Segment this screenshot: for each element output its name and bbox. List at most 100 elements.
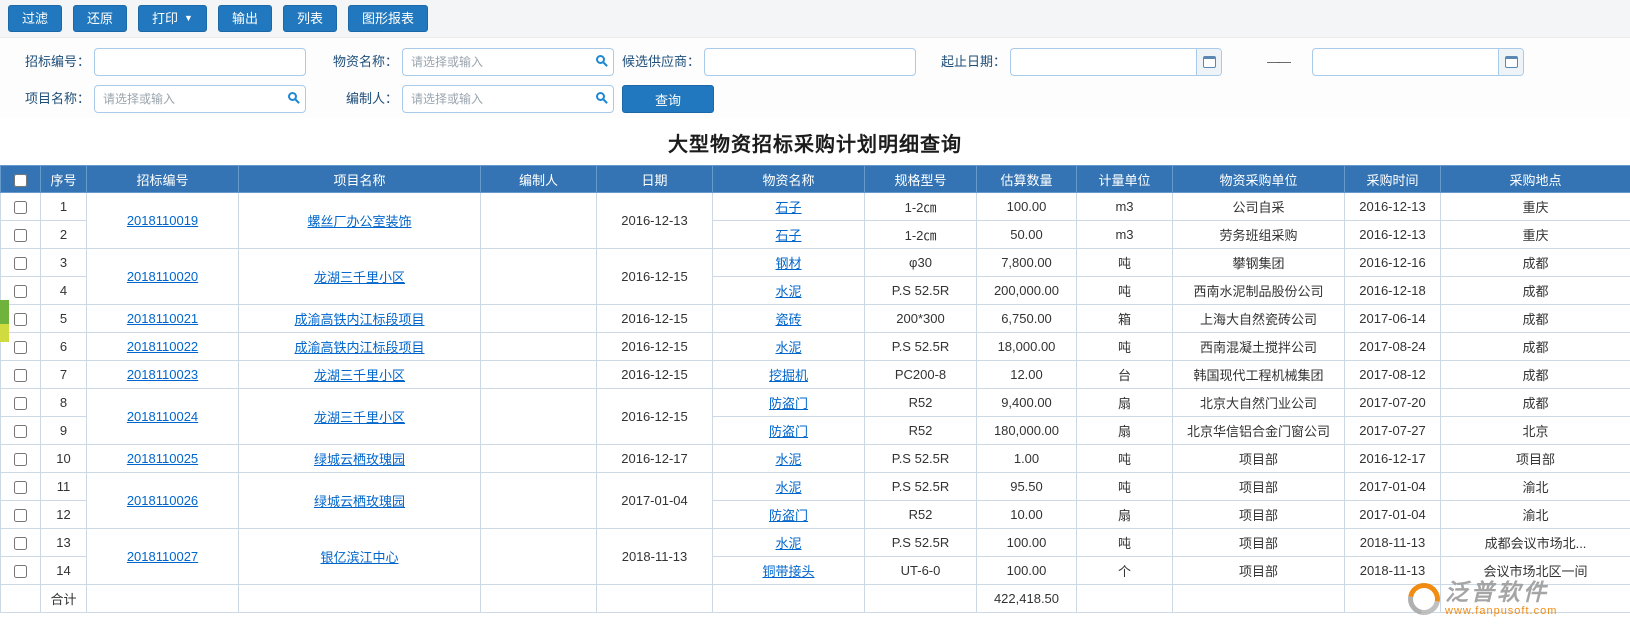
row-checkbox[interactable] xyxy=(14,565,27,579)
bid-no-link[interactable]: 2018110024 xyxy=(127,409,198,424)
material-link[interactable]: 防盗门 xyxy=(769,424,808,439)
compiler-cell xyxy=(480,304,597,333)
project-link[interactable]: 螺丝厂办公室装饰 xyxy=(307,214,411,229)
select-all-checkbox[interactable] xyxy=(14,173,27,187)
bid-no-link[interactable]: 2018110025 xyxy=(127,451,198,466)
restore-button[interactable]: 还原 xyxy=(73,5,128,32)
qty-cell: 100.00 xyxy=(976,528,1077,557)
place-cell: 项目部 xyxy=(1440,444,1630,473)
unit-cell: 台 xyxy=(1076,360,1173,389)
unit-cell: 吨 xyxy=(1076,248,1173,277)
row-checkbox[interactable] xyxy=(14,257,27,271)
material-link[interactable]: 水泥 xyxy=(775,480,801,495)
bid-no-link[interactable]: 2018110021 xyxy=(127,311,198,326)
material-link[interactable]: 水泥 xyxy=(775,452,801,467)
row-checkbox[interactable] xyxy=(14,425,27,439)
row-seq: 2 xyxy=(40,220,87,249)
unit-cell: 吨 xyxy=(1076,472,1173,501)
material-link[interactable]: 石子 xyxy=(775,200,801,215)
calendar-icon[interactable] xyxy=(1498,49,1523,75)
purchaser-cell: 北京华信铝合金门窗公司 xyxy=(1172,416,1345,445)
date-cell: 2017-01-04 xyxy=(596,472,713,529)
spec-cell: 1-2㎝ xyxy=(864,192,977,221)
table-row: 11 2018110026 绿城云栖玫瑰园 2017-01-04 水泥 P.S 52.5R… xyxy=(0,472,1630,529)
export-button[interactable]: 输出 xyxy=(217,5,272,32)
bid-no-link[interactable]: 2018110022 xyxy=(127,339,198,354)
material-link[interactable]: 防盗门 xyxy=(769,508,808,523)
start-date-input[interactable] xyxy=(1010,48,1222,76)
material-link[interactable]: 瓷砖 xyxy=(775,312,801,327)
table-row: 3 2018110020 龙湖三千里小区 2016-12-15 钢材 φ30 7,800.0… xyxy=(0,248,1630,305)
compiler-input[interactable] xyxy=(402,85,614,113)
row-checkbox[interactable] xyxy=(14,453,27,467)
project-link[interactable]: 龙湖三千里小区 xyxy=(314,270,405,285)
bid-no-link[interactable]: 2018110026 xyxy=(127,493,198,508)
qty-cell: 50.00 xyxy=(976,220,1077,249)
column-header-date: 日期 xyxy=(596,165,713,193)
row-checkbox[interactable] xyxy=(14,509,27,523)
bid-no-link[interactable]: 2018110023 xyxy=(127,367,198,382)
candidate-supplier-input[interactable] xyxy=(704,48,916,76)
search-icon[interactable] xyxy=(596,92,605,101)
row-checkbox[interactable] xyxy=(14,201,27,215)
bid-no-link[interactable]: 2018110020 xyxy=(127,269,198,284)
total-empty-cell xyxy=(1076,584,1173,613)
filter-button[interactable]: 过滤 xyxy=(8,5,63,32)
row-seq: 7 xyxy=(40,360,87,389)
project-link[interactable]: 绿城云栖玫瑰园 xyxy=(314,452,405,467)
row-checkbox[interactable] xyxy=(14,313,27,327)
material-link[interactable]: 石子 xyxy=(775,228,801,243)
bid-no-link[interactable]: 2018110019 xyxy=(127,213,198,228)
fanpu-logo-icon xyxy=(1401,576,1447,621)
row-checkbox[interactable] xyxy=(14,285,27,299)
material-link[interactable]: 水泥 xyxy=(775,536,801,551)
date-cell: 2016-12-17 xyxy=(596,444,713,473)
material-link[interactable]: 挖掘机 xyxy=(769,368,808,383)
material-name-input[interactable] xyxy=(402,48,614,76)
place-cell: 成都会议市场北... xyxy=(1440,528,1630,557)
project-link[interactable]: 龙湖三千里小区 xyxy=(314,368,405,383)
material-link[interactable]: 防盗门 xyxy=(769,396,808,411)
row-checkbox[interactable] xyxy=(14,341,27,355)
row-checkbox[interactable] xyxy=(14,397,27,411)
calendar-icon[interactable] xyxy=(1196,49,1221,75)
search-icon[interactable] xyxy=(288,92,297,101)
project-link[interactable]: 龙湖三千里小区 xyxy=(314,410,405,425)
project-link[interactable]: 绿城云栖玫瑰园 xyxy=(314,494,405,509)
project-name-input[interactable] xyxy=(94,85,306,113)
end-date-input[interactable] xyxy=(1312,48,1524,76)
bid-no-input[interactable] xyxy=(94,48,306,76)
qty-cell: 1.00 xyxy=(976,444,1077,473)
total-empty-cell xyxy=(864,584,977,613)
spec-cell: 200*300 xyxy=(864,304,977,333)
print-button[interactable]: 打印 ▼ xyxy=(138,5,207,32)
material-link[interactable]: 水泥 xyxy=(775,340,801,355)
material-link[interactable]: 铜带接头 xyxy=(762,564,814,579)
row-checkbox[interactable] xyxy=(14,481,27,495)
date-cell: 2018-11-13 xyxy=(596,528,713,585)
edge-widget[interactable] xyxy=(0,300,9,342)
bid-no-link[interactable]: 2018110027 xyxy=(127,549,198,564)
compiler-cell xyxy=(480,192,597,249)
row-checkbox[interactable] xyxy=(14,229,27,243)
column-header-purchase-time: 采购时间 xyxy=(1344,165,1441,193)
list-view-button[interactable]: 列表 xyxy=(282,5,337,32)
column-header-compiler: 编制人 xyxy=(480,165,597,193)
query-button[interactable]: 查询 xyxy=(622,85,714,113)
row-seq: 4 xyxy=(40,276,87,305)
place-cell: 成都 xyxy=(1440,332,1630,361)
project-link[interactable]: 银亿滨江中心 xyxy=(320,550,398,565)
material-link[interactable]: 钢材 xyxy=(775,256,801,271)
graph-report-button[interactable]: 图形报表 xyxy=(348,5,429,32)
purchaser-cell: 韩国现代工程机械集团 xyxy=(1172,360,1345,389)
place-cell: 渝北 xyxy=(1440,500,1630,529)
row-seq: 9 xyxy=(40,416,87,445)
row-checkbox[interactable] xyxy=(14,537,27,551)
purchase-time-cell: 2016-12-16 xyxy=(1344,248,1441,277)
purchaser-cell: 北京大自然门业公司 xyxy=(1172,388,1345,417)
row-checkbox[interactable] xyxy=(14,369,27,383)
material-link[interactable]: 水泥 xyxy=(775,284,801,299)
filter-panel: 招标编号： 物资名称： 候选供应商： 起止日期： —— 项目名称： 编制人： 查… xyxy=(0,38,1630,118)
project-link[interactable]: 成渝高铁内江标段项目 xyxy=(294,340,424,355)
project-link[interactable]: 成渝高铁内江标段项目 xyxy=(294,312,424,327)
